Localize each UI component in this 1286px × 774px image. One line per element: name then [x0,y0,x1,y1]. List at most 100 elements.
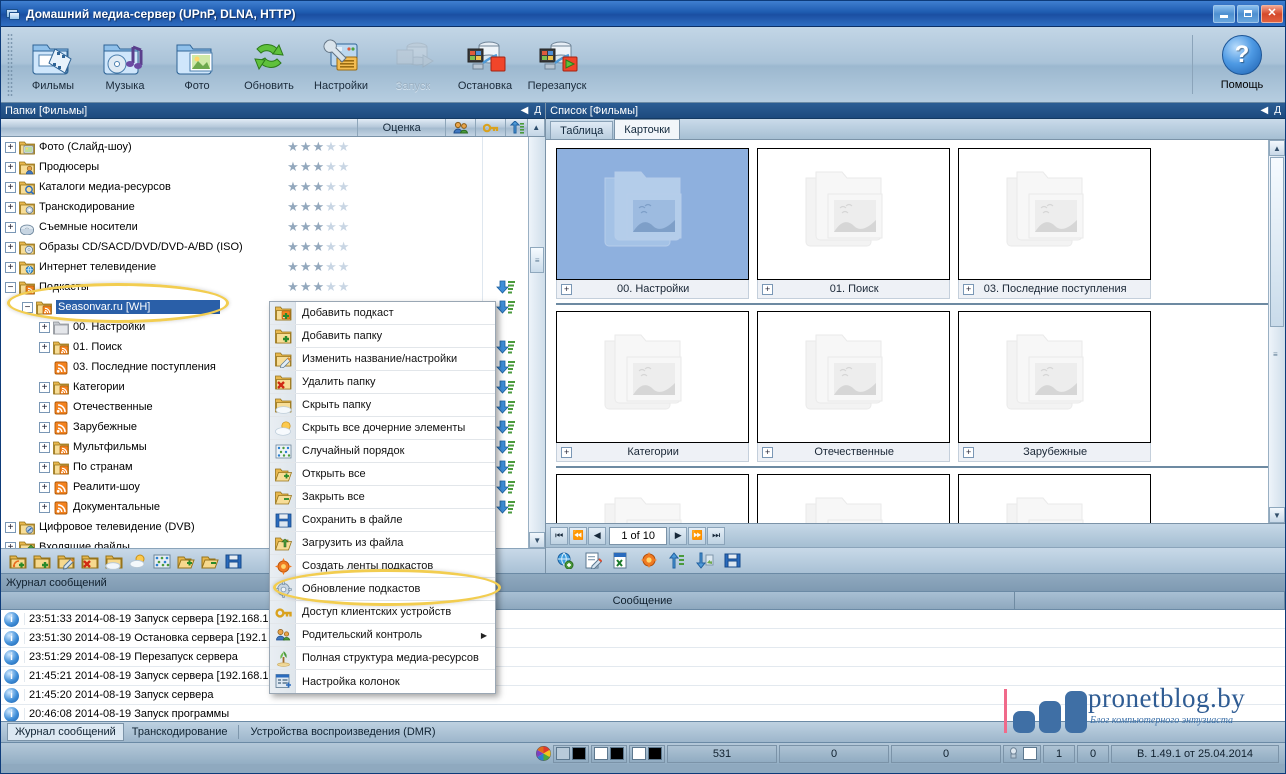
context-menu-item-5[interactable]: Скрыть все дочерние элементы [270,417,495,440]
tree-expander[interactable]: + [5,242,16,253]
save-icon[interactable] [724,552,742,569]
expand-all-icon[interactable] [177,553,195,570]
tree-expander[interactable]: + [5,162,16,173]
card-expander[interactable]: + [561,447,572,458]
color-swatches-2[interactable] [591,745,627,763]
card-thumbnail[interactable] [958,148,1151,280]
toolbar-button-help[interactable]: ? Помощь [1199,27,1285,102]
add-podcast-icon[interactable] [9,553,27,570]
tree-expander[interactable]: + [39,462,50,473]
cards-scroll-down-button[interactable]: ▼ [1269,507,1285,523]
card-item[interactable]: +Отечественные [757,311,950,462]
collapse-all-icon[interactable] [201,553,219,570]
tree-expander[interactable]: + [39,382,50,393]
tree-item-5[interactable]: +Образы CD/SACD/DVD/DVD-A/BD (ISO)★★★★★ [1,237,482,257]
tree-item-rating[interactable]: ★★★★★ [287,277,482,297]
tree-item-0[interactable]: +Фото (Слайд-шоу)★★★★★ [1,137,482,157]
tree-expander[interactable]: − [22,302,33,313]
pin-left-icon[interactable]: Д [534,105,541,116]
log-row[interactable]: i21:45:21 2014-08-19 Запуск сервера [192… [1,667,1285,686]
toolbar-grip[interactable] [7,33,13,96]
log-row[interactable]: i23:51:29 2014-08-19 Перезапуск сервера [1,648,1285,667]
context-menu-item-11[interactable]: Создать ленты подкастов [270,555,495,578]
context-menu-item-2[interactable]: Изменить название/настройки [270,348,495,371]
context-menu-item-16[interactable]: Настройка колонок [270,670,495,693]
pager-first-button[interactable]: ⏮ [550,527,568,545]
context-menu-item-1[interactable]: Добавить папку [270,325,495,348]
card-expander[interactable]: + [963,284,974,295]
tree-expander[interactable]: + [39,342,50,353]
add-web-resource-icon[interactable] [556,552,574,569]
tree-item-4[interactable]: +Съемные носители★★★★★ [1,217,482,237]
edit-resource-icon[interactable] [584,552,602,569]
export-excel-icon[interactable] [612,552,630,569]
bottom-tab-dmr[interactable]: Устройства воспроизведения (DMR) [242,723,443,741]
bottom-tab-transcoding[interactable]: Транскодирование [124,723,236,741]
log-row[interactable]: i23:51:30 2014-08-19 Остановка сервера [… [1,629,1285,648]
toolbar-button-movies[interactable]: Фильмы [17,27,89,102]
card-item[interactable] [556,474,749,523]
pin-right-icon[interactable]: Д [1274,105,1281,116]
toolbar-button-restart[interactable]: Перезапуск [521,27,593,102]
tree-vertical-scrollbar[interactable]: ≡ ▼ [528,137,545,548]
pager-last-button[interactable]: ⏭ [707,527,725,545]
card-expander[interactable]: + [963,447,974,458]
toolbar-button-photo[interactable]: Фото [161,27,233,102]
log-row[interactable]: i20:46:08 2014-08-19 Запуск программы [1,705,1285,721]
log-row[interactable]: i23:51:33 2014-08-19 Запуск сервера [192… [1,610,1285,629]
folder-context-menu[interactable]: Добавить подкастДобавить папкуИзменить н… [269,301,496,694]
card-item[interactable]: +03. Последние поступления [958,148,1151,299]
pager-next-fast-button[interactable]: ⏩ [688,527,706,545]
context-menu-item-4[interactable]: Скрыть папку [270,394,495,417]
card-thumbnail[interactable] [757,148,950,280]
hide-children-icon[interactable] [129,553,147,570]
tree-item-rating[interactable]: ★★★★★ [287,197,482,217]
cards-scrollbar-thumb[interactable] [1270,157,1284,327]
context-menu-item-12[interactable]: Обновление подкастов [270,578,495,601]
tree-expander[interactable]: + [5,542,16,549]
column-access[interactable] [476,119,506,136]
tree-expander[interactable]: + [5,262,16,273]
cards-vertical-scrollbar[interactable]: ▲ ≡ ▼ [1268,140,1285,523]
tree-expander[interactable]: + [39,322,50,333]
card-item[interactable]: +Зарубежные [958,311,1151,462]
card-thumbnail[interactable] [958,311,1151,443]
minimize-button[interactable] [1213,5,1235,23]
tree-item-7[interactable]: −Подкасты★★★★★ [1,277,482,297]
card-item[interactable] [958,474,1151,523]
tree-item-rating[interactable]: ★★★★★ [287,177,482,197]
pager-page-indicator[interactable]: 1 of 10 [609,527,667,545]
toolbar-button-stop[interactable]: Остановка [449,27,521,102]
collapse-right-icon[interactable]: ◀ [1261,105,1269,116]
context-menu-item-3[interactable]: Удалить папку [270,371,495,394]
sort-descending-icon[interactable] [696,552,714,569]
tree-expander[interactable]: + [5,142,16,153]
save-to-file-icon[interactable] [225,553,243,570]
sort-ascending-icon[interactable] [668,552,686,569]
tree-expander[interactable]: + [5,522,16,533]
card-thumbnail[interactable] [556,474,749,523]
card-expander[interactable]: + [561,284,572,295]
status-device-cell[interactable] [1003,745,1041,763]
tree-scrollbar-thumb[interactable]: ≡ [530,247,544,273]
tree-item-6[interactable]: +Интернет телевидение★★★★★ [1,257,482,277]
tree-item-rating[interactable]: ★★★★★ [287,237,482,257]
tree-expander[interactable]: + [39,502,50,513]
random-order-icon[interactable] [153,553,171,570]
tree-expander[interactable]: + [39,422,50,433]
context-menu-item-15[interactable]: Полная структура медиа-ресурсов [270,647,495,670]
add-folder-icon[interactable] [33,553,51,570]
tab-table[interactable]: Таблица [550,121,613,139]
card-item[interactable]: +00. Настройки [556,148,749,299]
create-feeds-icon[interactable] [640,552,658,569]
tree-expander[interactable]: + [39,442,50,453]
card-item[interactable]: +01. Поиск [757,148,950,299]
swatch[interactable] [632,747,646,760]
card-thumbnail[interactable] [556,311,749,443]
tree-item-rating[interactable]: ★★★★★ [287,137,482,157]
column-users[interactable] [446,119,476,136]
tree-expander[interactable]: + [39,482,50,493]
context-menu-item-10[interactable]: Загрузить из файла [270,532,495,555]
card-thumbnail[interactable] [556,148,749,280]
context-menu-item-13[interactable]: Доступ клиентских устройств [270,601,495,624]
